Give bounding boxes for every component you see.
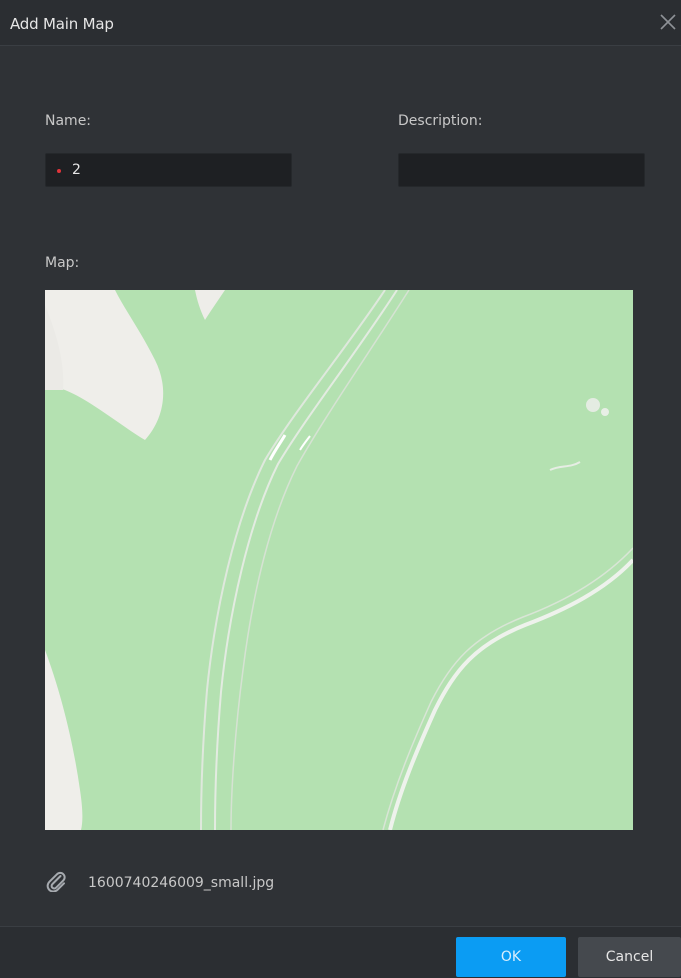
- attachment-file-name: 1600740246009_small.jpg: [88, 875, 275, 891]
- add-main-map-dialog: Add Main Map Name: 2 Description: Map: 1…: [0, 0, 681, 978]
- description-label: Description:: [398, 113, 483, 129]
- ok-button[interactable]: OK: [456, 937, 566, 977]
- name-label: Name:: [45, 113, 92, 129]
- close-icon: [660, 14, 676, 30]
- name-input[interactable]: 2: [45, 153, 292, 187]
- cancel-button[interactable]: Cancel: [578, 937, 681, 977]
- paperclip-icon: [46, 871, 66, 892]
- close-button[interactable]: [655, 9, 681, 35]
- map-preview-image: [45, 290, 633, 830]
- name-input-value: 2: [72, 162, 81, 178]
- dialog-titlebar: Add Main Map: [0, 0, 681, 46]
- dialog-title: Add Main Map: [10, 15, 114, 33]
- description-input[interactable]: [398, 153, 645, 187]
- dialog-footer: OK Cancel: [0, 926, 681, 978]
- required-indicator: [57, 169, 61, 173]
- map-label: Map:: [45, 255, 80, 271]
- map-image: [45, 290, 633, 830]
